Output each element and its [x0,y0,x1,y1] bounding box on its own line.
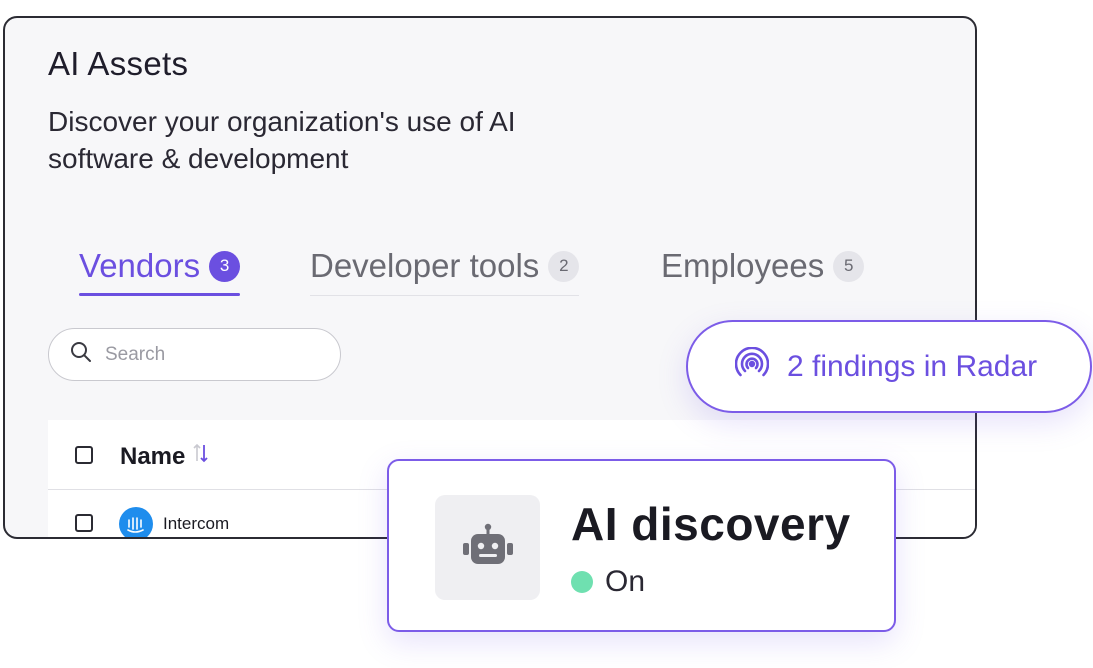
tab-vendors[interactable]: Vendors 3 [79,238,241,296]
intercom-logo-icon [119,507,153,537]
active-tab-indicator [79,293,241,296]
select-all-checkbox[interactable] [75,446,93,464]
row-checkbox[interactable] [75,514,93,532]
radar-findings-label: 2 findings in Radar [787,349,1038,383]
vendor-name: Intercom [163,514,230,533]
discovery-status: On [571,565,645,599]
tab-label: Developer tools [310,247,540,284]
robot-icon-container [435,495,540,600]
column-label: Name [120,442,186,470]
sort-icon [193,442,209,471]
tab-employees[interactable]: Employees 5 [661,238,865,294]
search-box[interactable] [48,328,341,381]
count-badge: 3 [209,250,241,282]
status-label: On [605,565,646,598]
tab-label: Employees [661,247,825,284]
tab-divider [310,295,580,296]
tab-label: Vendors [79,247,201,284]
name-column-header[interactable]: Name [120,442,209,471]
search-icon [69,340,93,369]
radar-icon [734,346,770,386]
search-input[interactable] [105,343,305,366]
status-indicator [571,571,593,593]
robot-icon [461,523,515,572]
ai-discovery-title: AI discovery [571,498,851,550]
page-title: AI Assets [48,45,189,82]
tab-bar: Vendors 3 Developer tools 2 Employees 5 [5,238,975,298]
count-badge: 5 [833,250,865,282]
page-subtitle: Discover your organization's use of AI s… [48,106,516,174]
ai-discovery-card: AI discovery On [387,459,896,632]
radar-findings-button[interactable]: 2 findings in Radar [686,320,1092,413]
count-badge: 2 [548,250,580,282]
tab-developer-tools[interactable]: Developer tools 2 [310,238,580,296]
